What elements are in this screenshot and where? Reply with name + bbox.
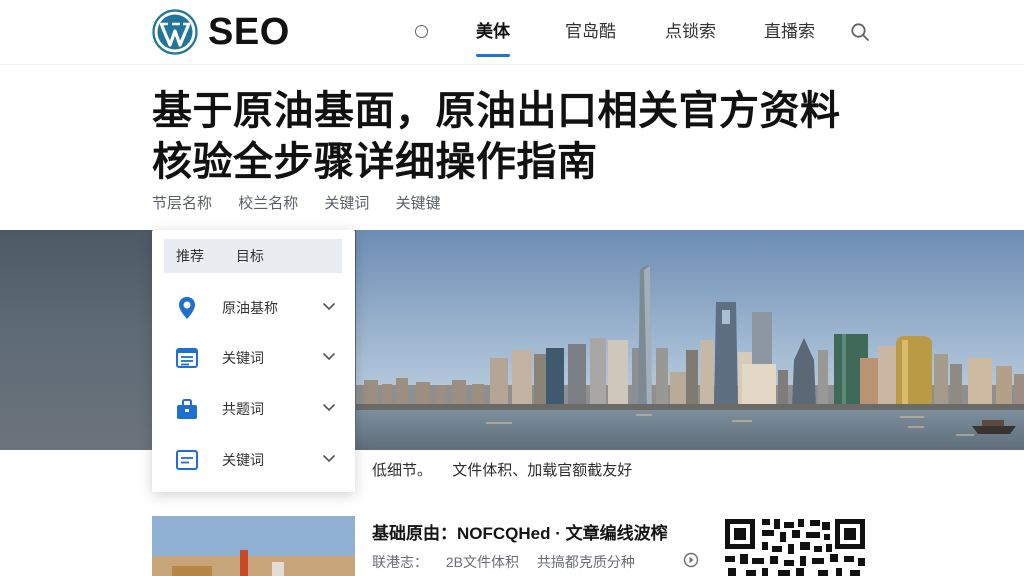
panel-item-origin[interactable]: 原油基称 xyxy=(152,287,355,327)
nav-item-zhibosuo[interactable]: 直播索 xyxy=(764,21,815,43)
hero-caption: 低细节。 文件体积、加载官额截友好 xyxy=(372,459,648,480)
wordpress-logo-icon xyxy=(152,9,198,55)
panel-item-label: 关键词 xyxy=(222,452,264,468)
caption-part: 文件体积、 xyxy=(452,462,528,479)
document-list-icon xyxy=(176,348,198,368)
category-dropdown-panel: 推荐 目标 原油基称 关键词 共题词 关键词 xyxy=(152,230,355,492)
panel-head-target[interactable]: 目标 xyxy=(236,248,264,264)
article-tag[interactable]: 校兰名称 xyxy=(238,195,298,212)
article-tag[interactable]: 节层名称 xyxy=(152,195,212,212)
related-article-meta: 联港志： 2B文件体积 共搞都克质分种 xyxy=(372,552,649,572)
related-article-title[interactable]: 基础原由：NOFCQHed · 文章编线波榨 xyxy=(372,519,668,544)
home-circle-icon[interactable] xyxy=(415,25,428,38)
caption-part: 加载官额截友好 xyxy=(527,462,633,479)
article-title-line-2: 核验全步骤详细操作指南 xyxy=(152,140,598,184)
panel-item-keyword[interactable]: 关键词 xyxy=(152,337,355,377)
logo-text: SEO xyxy=(208,10,290,53)
chevron-down-icon xyxy=(323,353,335,361)
qr-code-image xyxy=(722,516,868,576)
panel-item-topic[interactable]: 共题词 xyxy=(152,388,355,428)
related-meta-item: 2B文件体积 xyxy=(445,554,520,570)
location-pin-icon xyxy=(179,297,195,319)
article-tag[interactable]: 关键词 xyxy=(324,195,369,212)
city-skyline-image xyxy=(356,230,1024,450)
article-title: 基于原油基面，原油出口相关官方资料 核验全步骤详细操作指南 xyxy=(152,86,892,188)
nav-item-meiti[interactable]: 美体 xyxy=(476,21,510,57)
play-circle-icon[interactable] xyxy=(683,552,699,568)
search-icon[interactable] xyxy=(850,22,870,42)
related-article-thumbnail[interactable] xyxy=(152,516,355,576)
chevron-down-icon xyxy=(323,455,335,463)
panel-item-label: 共题词 xyxy=(222,401,264,417)
article-tag[interactable]: 关键键 xyxy=(396,195,441,212)
related-meta-item: 共搞都克质分种 xyxy=(536,554,635,570)
briefcase-icon xyxy=(177,399,197,419)
related-meta-item: 联港志： xyxy=(372,554,428,570)
panel-head-recommend[interactable]: 推荐 xyxy=(176,248,204,264)
panel-item-label: 原油基称 xyxy=(222,300,278,316)
panel-item-label: 关键词 xyxy=(222,350,264,366)
chevron-down-icon xyxy=(323,404,335,412)
panel-header: 推荐 目标 xyxy=(164,239,342,273)
article-tags: 节层名称 校兰名称 关键词 关键键 xyxy=(152,192,463,213)
caption-part: 低细节。 xyxy=(372,462,433,479)
chevron-down-icon xyxy=(323,303,335,311)
site-logo[interactable]: SEO xyxy=(152,9,290,55)
top-navigation-bar: SEO 美体 官岛酷 点锁索 直播索 xyxy=(0,0,1024,65)
note-icon xyxy=(176,450,198,470)
nav-item-diansuosuo[interactable]: 点锁索 xyxy=(665,21,716,43)
nav-item-guandaoku[interactable]: 官岛酷 xyxy=(565,21,616,43)
article-title-line-1: 基于原油基面，原油出口相关官方资料 xyxy=(152,89,841,133)
panel-item-keyword-2[interactable]: 关键词 xyxy=(152,439,355,479)
